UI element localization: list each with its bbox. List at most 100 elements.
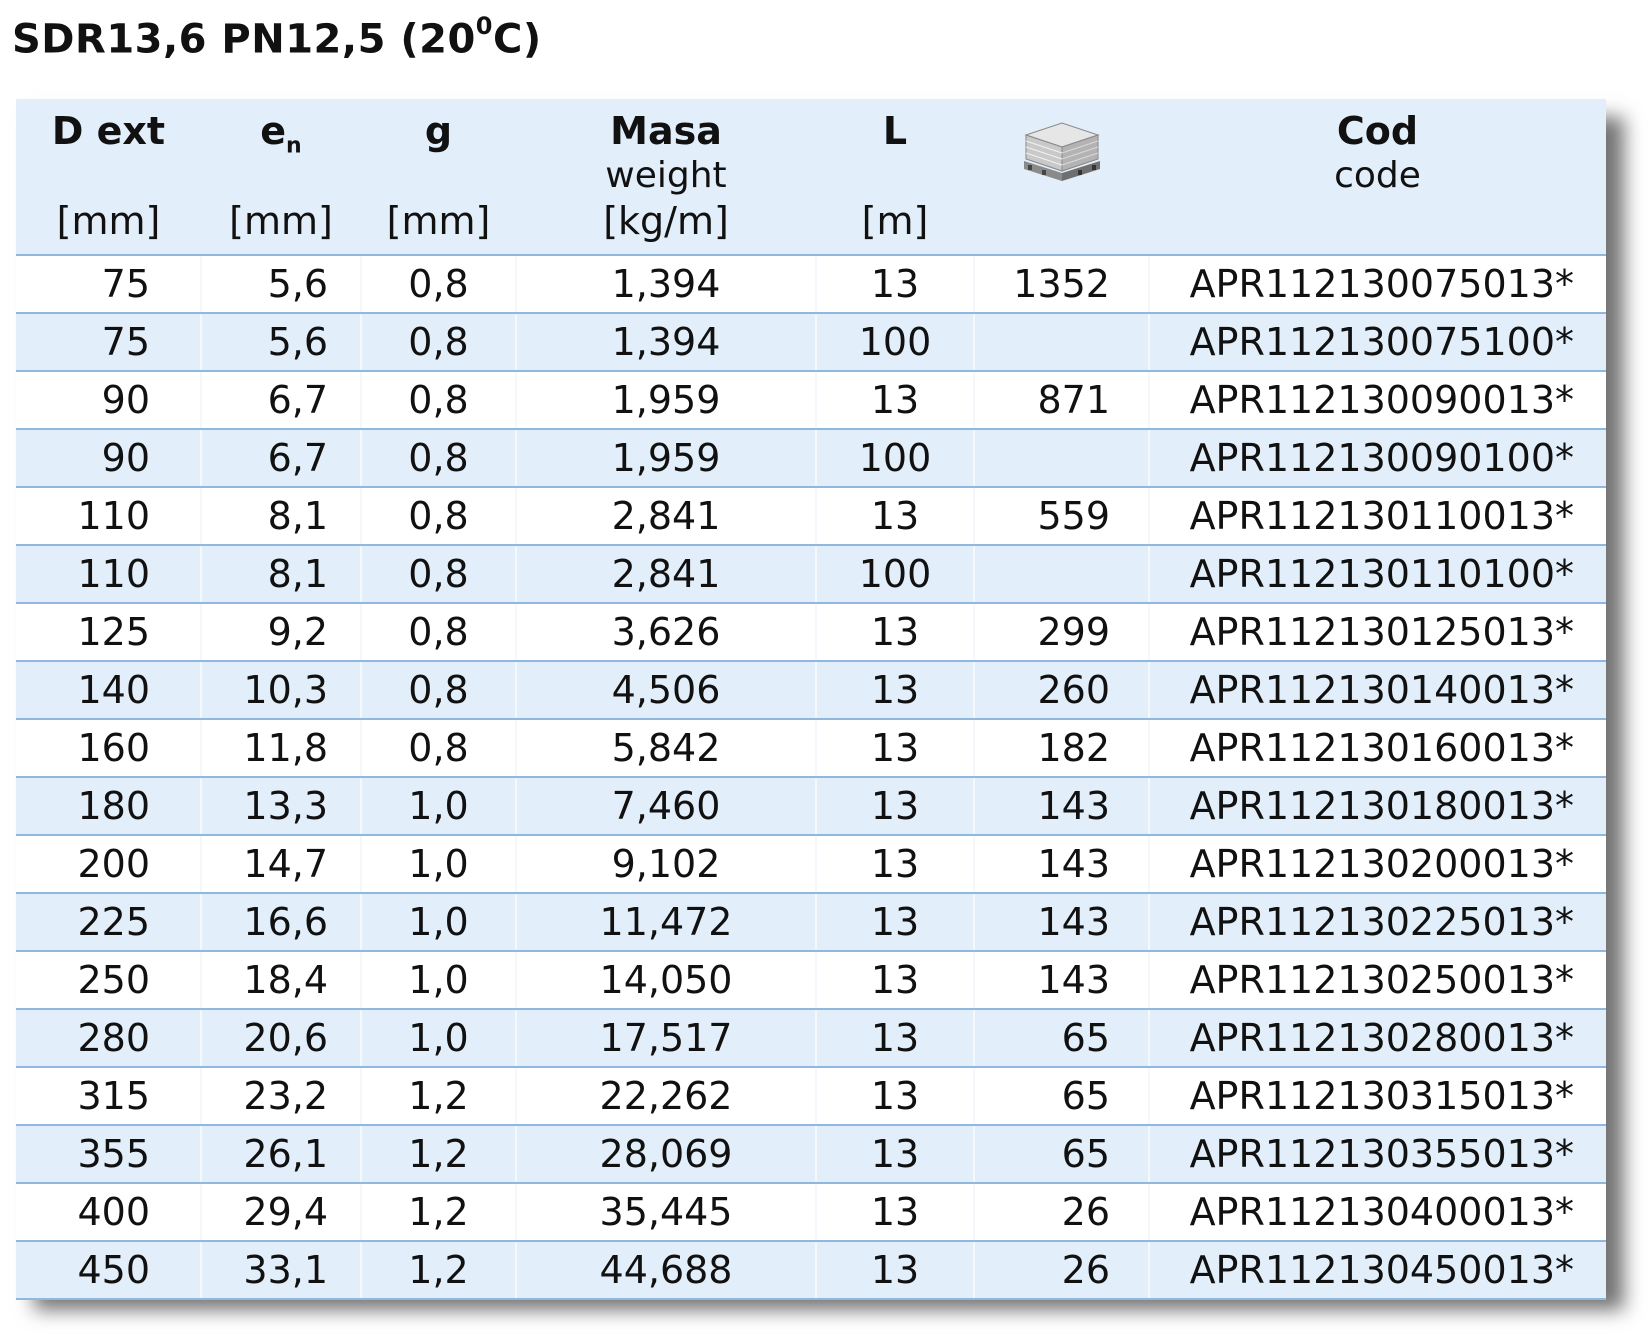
cell-pallet: 260 xyxy=(974,661,1150,720)
cell-code: APR112130280013* xyxy=(1149,1009,1606,1068)
cell-d-ext: 90 xyxy=(16,429,202,488)
cell-en: 6,7 xyxy=(201,429,362,488)
table-row: 110 8,1 0,8 2,841 13 559 APR112130110013* xyxy=(16,487,1606,546)
cell-masa: 2,841 xyxy=(516,545,817,604)
cell-en: 29,4 xyxy=(201,1183,362,1242)
table-row: 355 26,1 1,2 28,069 13 65 APR112130355013* xyxy=(16,1125,1606,1184)
cell-d-ext: 280 xyxy=(16,1009,202,1068)
cell-g: 0,8 xyxy=(361,429,517,488)
cell-masa: 4,506 xyxy=(516,661,817,720)
table-row: 75 5,6 0,8 1,394 100 APR112130075100* xyxy=(16,313,1606,372)
cell-masa: 1,394 xyxy=(516,255,817,314)
cell-pallet: 143 xyxy=(974,835,1150,894)
cell-l: 13 xyxy=(816,661,975,720)
cell-masa: 1,959 xyxy=(516,371,817,430)
cell-l: 13 xyxy=(816,719,975,778)
cell-l: 13 xyxy=(816,371,975,430)
cell-masa: 1,394 xyxy=(516,313,817,372)
cell-g: 0,8 xyxy=(361,545,517,604)
cell-l: 13 xyxy=(816,1067,975,1126)
cell-g: 0,8 xyxy=(361,719,517,778)
table-row: 75 5,6 0,8 1,394 13 1352 APR112130075013* xyxy=(16,255,1606,314)
cell-code: APR112130090100* xyxy=(1149,429,1606,488)
table-row: 315 23,2 1,2 22,262 13 65 APR112130315013* xyxy=(16,1067,1606,1126)
header-masa-label: Masa xyxy=(610,109,722,153)
cell-l: 13 xyxy=(816,1009,975,1068)
table-row: 400 29,4 1,2 35,445 13 26 APR112130400013* xyxy=(16,1183,1606,1242)
cell-en: 5,6 xyxy=(201,313,362,372)
cell-g: 0,8 xyxy=(361,255,517,314)
cell-l: 13 xyxy=(816,603,975,662)
cell-pallet: 65 xyxy=(974,1067,1150,1126)
cell-code: APR112130450013* xyxy=(1149,1241,1606,1300)
cell-l: 13 xyxy=(816,777,975,836)
cell-code: APR112130140013* xyxy=(1149,661,1606,720)
header-d-ext: D ext [mm] xyxy=(16,99,201,256)
header-en-label: en xyxy=(260,109,302,159)
cell-pallet: 299 xyxy=(974,603,1150,662)
cell-code: APR112130110013* xyxy=(1149,487,1606,546)
cell-d-ext: 75 xyxy=(16,255,202,314)
header-en-unit: [mm] xyxy=(229,199,333,243)
header-masa-unit: [kg/m] xyxy=(603,199,729,243)
cell-d-ext: 110 xyxy=(16,545,202,604)
header-en-subscript: n xyxy=(286,133,302,159)
header-masa: Masa weight [kg/m] xyxy=(516,99,816,256)
cell-en: 18,4 xyxy=(201,951,362,1010)
cell-en: 5,6 xyxy=(201,255,362,314)
cell-pallet xyxy=(974,545,1150,604)
header-g: g [mm] xyxy=(361,99,516,256)
cell-g: 1,0 xyxy=(361,951,517,1010)
cell-g: 0,8 xyxy=(361,661,517,720)
table-row: 225 16,6 1,0 11,472 13 143 APR112130225013* xyxy=(16,893,1606,952)
cell-en: 14,7 xyxy=(201,835,362,894)
product-table-card: D ext [mm] en [mm] g [mm] Masa weight [k… xyxy=(16,99,1606,1300)
cell-d-ext: 180 xyxy=(16,777,202,836)
table-row: 180 13,3 1,0 7,460 13 143 APR112130180013* xyxy=(16,777,1606,836)
cell-pallet: 26 xyxy=(974,1183,1150,1242)
cell-l: 100 xyxy=(816,429,975,488)
cell-d-ext: 400 xyxy=(16,1183,202,1242)
cell-code: APR112130225013* xyxy=(1149,893,1606,952)
table-row: 90 6,7 0,8 1,959 100 APR112130090100* xyxy=(16,429,1606,488)
cell-pallet: 143 xyxy=(974,951,1150,1010)
header-d-ext-unit: [mm] xyxy=(56,199,161,243)
cell-g: 0,8 xyxy=(361,313,517,372)
cell-code: APR112130200013* xyxy=(1149,835,1606,894)
header-cod-sub: code xyxy=(1334,155,1421,196)
header-pallet xyxy=(974,99,1149,256)
cell-pallet: 143 xyxy=(974,893,1150,952)
cell-en: 8,1 xyxy=(201,545,362,604)
cell-en: 13,3 xyxy=(201,777,362,836)
cell-d-ext: 250 xyxy=(16,951,202,1010)
page-title: SDR13,6 PN12,5 (200C) xyxy=(12,12,542,62)
cell-g: 0,8 xyxy=(361,371,517,430)
title-superscript: 0 xyxy=(475,12,493,40)
cell-l: 13 xyxy=(816,1241,975,1300)
cell-masa: 44,688 xyxy=(516,1241,817,1300)
cell-g: 1,0 xyxy=(361,835,517,894)
cell-l: 13 xyxy=(816,951,975,1010)
cell-g: 0,8 xyxy=(361,487,517,546)
table-row: 110 8,1 0,8 2,841 100 APR112130110100* xyxy=(16,545,1606,604)
cell-pallet: 182 xyxy=(974,719,1150,778)
cell-code: APR112130075100* xyxy=(1149,313,1606,372)
cell-d-ext: 355 xyxy=(16,1125,202,1184)
cell-l: 13 xyxy=(816,487,975,546)
cell-code: APR112130355013* xyxy=(1149,1125,1606,1184)
table-row: 450 33,1 1,2 44,688 13 26 APR112130450013* xyxy=(16,1241,1606,1300)
cell-g: 1,0 xyxy=(361,1009,517,1068)
cell-l: 100 xyxy=(816,545,975,604)
cell-masa: 5,842 xyxy=(516,719,817,778)
cell-masa: 3,626 xyxy=(516,603,817,662)
cell-g: 1,2 xyxy=(361,1183,517,1242)
cell-g: 0,8 xyxy=(361,603,517,662)
cell-l: 13 xyxy=(816,255,975,314)
cell-d-ext: 225 xyxy=(16,893,202,952)
cell-masa: 22,262 xyxy=(516,1067,817,1126)
cell-d-ext: 200 xyxy=(16,835,202,894)
cell-pallet xyxy=(974,313,1150,372)
cell-en: 16,6 xyxy=(201,893,362,952)
cell-code: APR112130160013* xyxy=(1149,719,1606,778)
cell-d-ext: 125 xyxy=(16,603,202,662)
